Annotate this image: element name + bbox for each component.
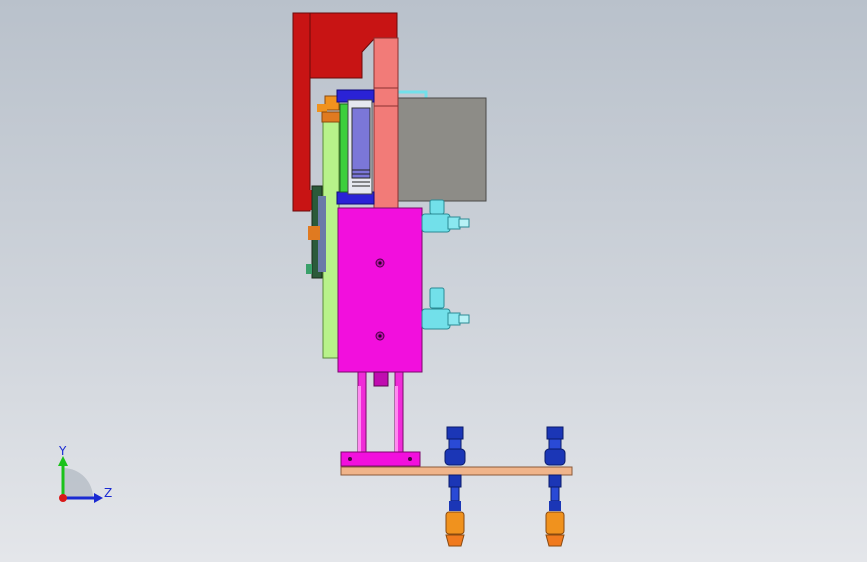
y-axis-label: Y [58, 444, 67, 458]
rod-end-plate [340, 451, 421, 467]
coordinate-triad[interactable]: Y Z [58, 444, 112, 503]
z-arrowhead-icon [94, 493, 103, 503]
grey-motor-block [395, 97, 487, 202]
origin-dot-icon [59, 494, 67, 502]
assembly-drawing: Y Z [58, 12, 573, 547]
pulley-assembly [336, 89, 375, 205]
vacuum-ejector-left [444, 426, 466, 547]
vacuum-ejector-right [544, 426, 566, 547]
air-fitting-upper [421, 199, 470, 233]
magenta-cylinder [337, 207, 423, 373]
salmon-plate [373, 37, 399, 214]
copper-bar [340, 466, 573, 476]
cad-viewport[interactable]: Y Z [0, 0, 867, 562]
air-fitting-lower [421, 287, 470, 330]
z-axis-label: Z [104, 486, 112, 500]
triad-quadrant [63, 468, 93, 498]
piston-rods [357, 371, 404, 453]
